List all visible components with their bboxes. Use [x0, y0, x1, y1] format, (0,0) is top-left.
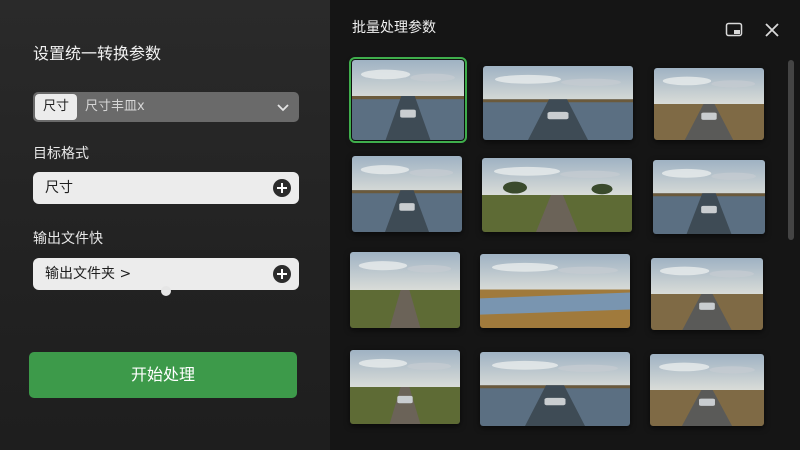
start-processing-button[interactable]: 开始处理	[29, 352, 297, 398]
image-thumbnail[interactable]	[350, 350, 460, 424]
window-icon[interactable]	[725, 22, 743, 38]
batch-convert-window: 设置统一转换参数 尺寸 尺寸丰皿x 目标格式 尺寸 输出文件快 输出文件夹 > …	[0, 0, 800, 450]
settings-title: 设置统一转换参数	[33, 44, 162, 63]
image-thumbnail[interactable]	[654, 68, 764, 140]
plus-circle-icon[interactable]	[273, 265, 291, 283]
settings-panel: 设置统一转换参数 尺寸 尺寸丰皿x 目标格式 尺寸 输出文件快 输出文件夹 > …	[0, 0, 330, 450]
image-thumbnail[interactable]	[352, 156, 462, 232]
image-thumbnail[interactable]	[349, 57, 467, 143]
image-thumbnail[interactable]	[653, 160, 765, 234]
plus-circle-icon[interactable]	[273, 179, 291, 197]
target-format-label: 目标格式	[33, 146, 89, 162]
image-thumbnail[interactable]	[482, 158, 632, 232]
drag-handle[interactable]	[161, 286, 171, 296]
size-value: 尺寸丰皿x	[85, 99, 145, 114]
batch-panel: 批量处理参数	[330, 0, 800, 450]
chevron-down-icon[interactable]	[275, 99, 291, 115]
target-format-field[interactable]: 尺寸	[33, 172, 299, 204]
batch-title: 批量处理参数	[352, 20, 436, 36]
close-icon[interactable]	[764, 22, 780, 38]
image-thumbnail[interactable]	[651, 258, 763, 330]
image-thumbnail[interactable]	[350, 252, 460, 328]
image-thumbnail[interactable]	[480, 254, 630, 328]
image-thumbnail[interactable]	[650, 354, 764, 426]
image-thumbnail[interactable]	[480, 352, 630, 426]
output-folder-value: 输出文件夹 >	[45, 266, 132, 282]
output-folder-label: 输出文件快	[33, 231, 103, 247]
target-format-value: 尺寸	[45, 180, 73, 196]
image-thumbnail[interactable]	[483, 66, 633, 140]
size-select[interactable]: 尺寸 尺寸丰皿x	[33, 92, 299, 122]
scrollbar[interactable]	[788, 60, 794, 240]
size-chip: 尺寸	[35, 94, 77, 120]
